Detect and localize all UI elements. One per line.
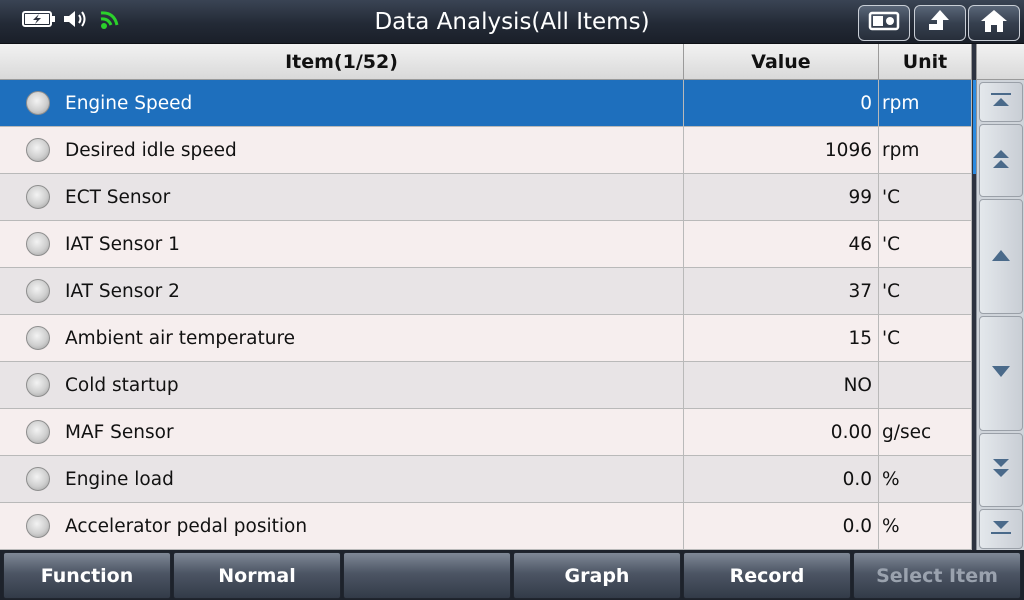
bottom-toolbar: Function Normal Graph Record Select Item bbox=[0, 550, 1024, 600]
value-cell: 0 bbox=[684, 80, 879, 126]
select-item-button[interactable]: Select Item bbox=[853, 552, 1021, 599]
data-table: Item(1/52) Value Unit Engine Speed 0 rpm De… bbox=[0, 44, 972, 550]
empty-button[interactable] bbox=[343, 552, 511, 599]
value-cell: 0.00 bbox=[684, 409, 879, 455]
item-name: IAT Sensor 2 bbox=[65, 280, 180, 302]
row-select-radio[interactable] bbox=[26, 514, 50, 538]
page-down-button[interactable] bbox=[979, 433, 1023, 507]
item-cell: Engine load bbox=[0, 456, 684, 502]
line-down-icon bbox=[989, 364, 1013, 384]
item-name: Cold startup bbox=[65, 374, 179, 396]
unit-cell: rpm bbox=[879, 80, 972, 126]
table-row[interactable]: IAT Sensor 1 46 'C bbox=[0, 221, 972, 268]
table-row[interactable]: Desired idle speed 1096 rpm bbox=[0, 127, 972, 174]
line-up-icon bbox=[989, 247, 1013, 267]
back-button[interactable] bbox=[914, 5, 966, 41]
table-row[interactable]: IAT Sensor 2 37 'C bbox=[0, 268, 972, 315]
scroll-top-icon bbox=[989, 92, 1013, 112]
item-name: Desired idle speed bbox=[65, 139, 237, 161]
unit-cell: 'C bbox=[879, 268, 972, 314]
row-select-radio[interactable] bbox=[26, 326, 50, 350]
line-up-button[interactable] bbox=[979, 199, 1023, 314]
value-cell: 15 bbox=[684, 315, 879, 361]
item-name: ECT Sensor bbox=[65, 186, 171, 208]
row-select-radio[interactable] bbox=[26, 373, 50, 397]
table-body: Engine Speed 0 rpm Desired idle speed 1096 rp… bbox=[0, 80, 972, 550]
value-cell: 1096 bbox=[684, 127, 879, 173]
unit-cell: rpm bbox=[879, 127, 972, 173]
row-select-radio[interactable] bbox=[26, 467, 50, 491]
screenshot-icon bbox=[868, 10, 900, 36]
row-select-radio[interactable] bbox=[26, 185, 50, 209]
table-row[interactable]: Engine Speed 0 rpm bbox=[0, 80, 972, 127]
normal-button[interactable]: Normal bbox=[173, 552, 341, 599]
value-cell: NO bbox=[684, 362, 879, 408]
table-row[interactable]: ECT Sensor 99 'C bbox=[0, 174, 972, 221]
home-button[interactable] bbox=[968, 5, 1020, 41]
value-cell: 99 bbox=[684, 174, 879, 220]
item-cell: Desired idle speed bbox=[0, 127, 684, 173]
item-cell: IAT Sensor 1 bbox=[0, 221, 684, 267]
unit-cell: % bbox=[879, 456, 972, 502]
unit-cell bbox=[879, 362, 972, 408]
function-button[interactable]: Function bbox=[3, 552, 171, 599]
table-row[interactable]: Ambient air temperature 15 'C bbox=[0, 315, 972, 362]
item-name: Engine load bbox=[65, 468, 174, 490]
title-bar: Data Analysis(All Items) bbox=[0, 0, 1024, 44]
item-cell: IAT Sensor 2 bbox=[0, 268, 684, 314]
unit-cell: 'C bbox=[879, 221, 972, 267]
row-select-radio[interactable] bbox=[26, 138, 50, 162]
row-select-radio[interactable] bbox=[26, 279, 50, 303]
item-cell: Engine Speed bbox=[0, 80, 684, 126]
back-icon bbox=[925, 8, 955, 38]
unit-cell: 'C bbox=[879, 174, 972, 220]
scroll-top-button[interactable] bbox=[979, 82, 1023, 122]
table-row[interactable]: Accelerator pedal position 0.0% bbox=[0, 503, 972, 550]
value-cell: 37 bbox=[684, 268, 879, 314]
item-cell: Ambient air temperature bbox=[0, 315, 684, 361]
page-up-button[interactable] bbox=[979, 124, 1023, 197]
item-name: IAT Sensor 1 bbox=[65, 233, 180, 255]
item-name: MAF Sensor bbox=[65, 421, 174, 443]
table-row[interactable]: Cold startup NO bbox=[0, 362, 972, 409]
item-cell: Cold startup bbox=[0, 362, 684, 408]
unit-cell: % bbox=[879, 503, 972, 549]
value-cell: 0.0 bbox=[684, 503, 879, 549]
scroll-bottom-icon bbox=[989, 519, 1013, 539]
item-name: Engine Speed bbox=[65, 92, 193, 114]
record-button[interactable]: Record bbox=[683, 552, 851, 599]
row-select-radio[interactable] bbox=[26, 420, 50, 444]
page-down-icon bbox=[989, 455, 1013, 485]
item-cell: Accelerator pedal position bbox=[0, 503, 684, 549]
table-row[interactable]: Engine load 0.0% bbox=[0, 456, 972, 503]
column-header-value: Value bbox=[684, 44, 879, 79]
table-row[interactable]: MAF Sensor 0.00 g/sec bbox=[0, 409, 972, 456]
item-cell: ECT Sensor bbox=[0, 174, 684, 220]
item-name: Accelerator pedal position bbox=[65, 515, 308, 537]
page-up-icon bbox=[989, 146, 1013, 176]
line-down-button[interactable] bbox=[979, 316, 1023, 431]
table-header: Item(1/52) Value Unit bbox=[0, 44, 972, 80]
item-cell: MAF Sensor bbox=[0, 409, 684, 455]
screenshot-button[interactable] bbox=[858, 5, 910, 41]
graph-button[interactable]: Graph bbox=[513, 552, 681, 599]
column-header-unit: Unit bbox=[879, 44, 972, 79]
value-cell: 46 bbox=[684, 221, 879, 267]
item-name: Ambient air temperature bbox=[65, 327, 296, 349]
column-header-item: Item(1/52) bbox=[0, 44, 684, 79]
value-cell: 0.0 bbox=[684, 456, 879, 502]
row-select-radio[interactable] bbox=[26, 232, 50, 256]
scroll-bottom-button[interactable] bbox=[979, 509, 1023, 549]
row-select-radio[interactable] bbox=[26, 91, 50, 115]
unit-cell: g/sec bbox=[879, 409, 972, 455]
unit-cell: 'C bbox=[879, 315, 972, 361]
scroll-controls-header bbox=[976, 44, 1024, 80]
home-icon bbox=[979, 8, 1009, 38]
